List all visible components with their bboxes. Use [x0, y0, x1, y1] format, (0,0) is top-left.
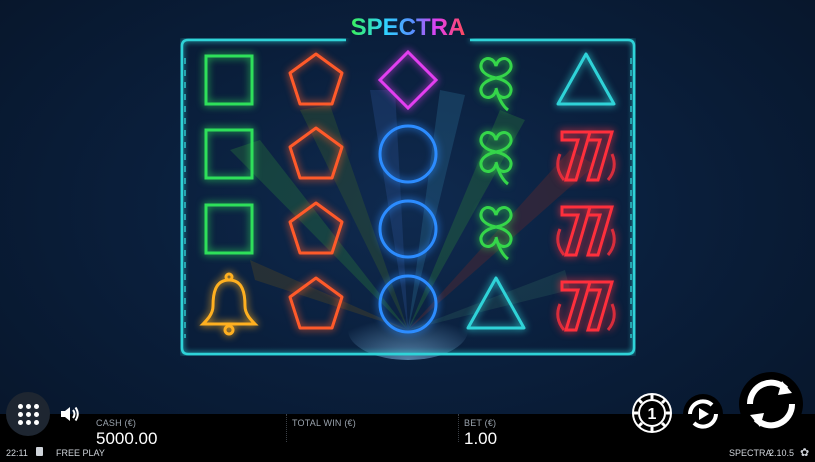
sound-icon[interactable] [58, 402, 82, 426]
menu-grid-icon [18, 404, 39, 425]
clover-symbol [460, 122, 532, 190]
pentagon-symbol [280, 197, 352, 265]
diamond-symbol [372, 48, 444, 116]
total-win-label: TOTAL WIN (€) [292, 418, 356, 428]
seven-symbol [550, 272, 622, 340]
logo-text: SPECTRA [351, 14, 466, 41]
pentagon-symbol [280, 272, 352, 340]
menu-button[interactable] [6, 392, 50, 436]
triangle-symbol [550, 48, 622, 116]
circle-symbol [372, 272, 444, 340]
divider [458, 414, 460, 442]
history-icon[interactable] [36, 447, 43, 456]
settings-icon[interactable]: ✿ [800, 446, 809, 459]
bet-coin-button[interactable]: 1 [632, 393, 672, 433]
circle-symbol [372, 197, 444, 265]
cash-label: CASH (€) [96, 418, 137, 428]
game-name: SPECTRA [729, 448, 772, 458]
square-symbol [193, 48, 265, 116]
seven-symbol [550, 122, 622, 190]
bet-label: BET (€) [464, 418, 497, 428]
pentagon-symbol [280, 122, 352, 190]
divider [286, 414, 288, 442]
bell-symbol [193, 272, 265, 340]
pentagon-symbol [280, 48, 352, 116]
svg-text:1: 1 [648, 406, 657, 423]
play-mode: FREE PLAY [56, 448, 105, 458]
clover-symbol [460, 48, 532, 116]
triangle-symbol [460, 272, 532, 340]
square-symbol [193, 197, 265, 265]
autoplay-button[interactable] [682, 393, 724, 435]
clover-symbol [460, 197, 532, 265]
status-bar: 22:11 FREE PLAY SPECTRA 2.10.5 ✿ [0, 444, 815, 462]
circle-symbol [372, 122, 444, 190]
total-win-meter: TOTAL WIN (€) [292, 418, 356, 429]
version: 2.10.5 [769, 448, 795, 458]
seven-symbol [550, 197, 622, 265]
spin-button[interactable] [738, 371, 804, 437]
square-symbol [193, 122, 265, 190]
clock: 22:11 [6, 448, 28, 458]
